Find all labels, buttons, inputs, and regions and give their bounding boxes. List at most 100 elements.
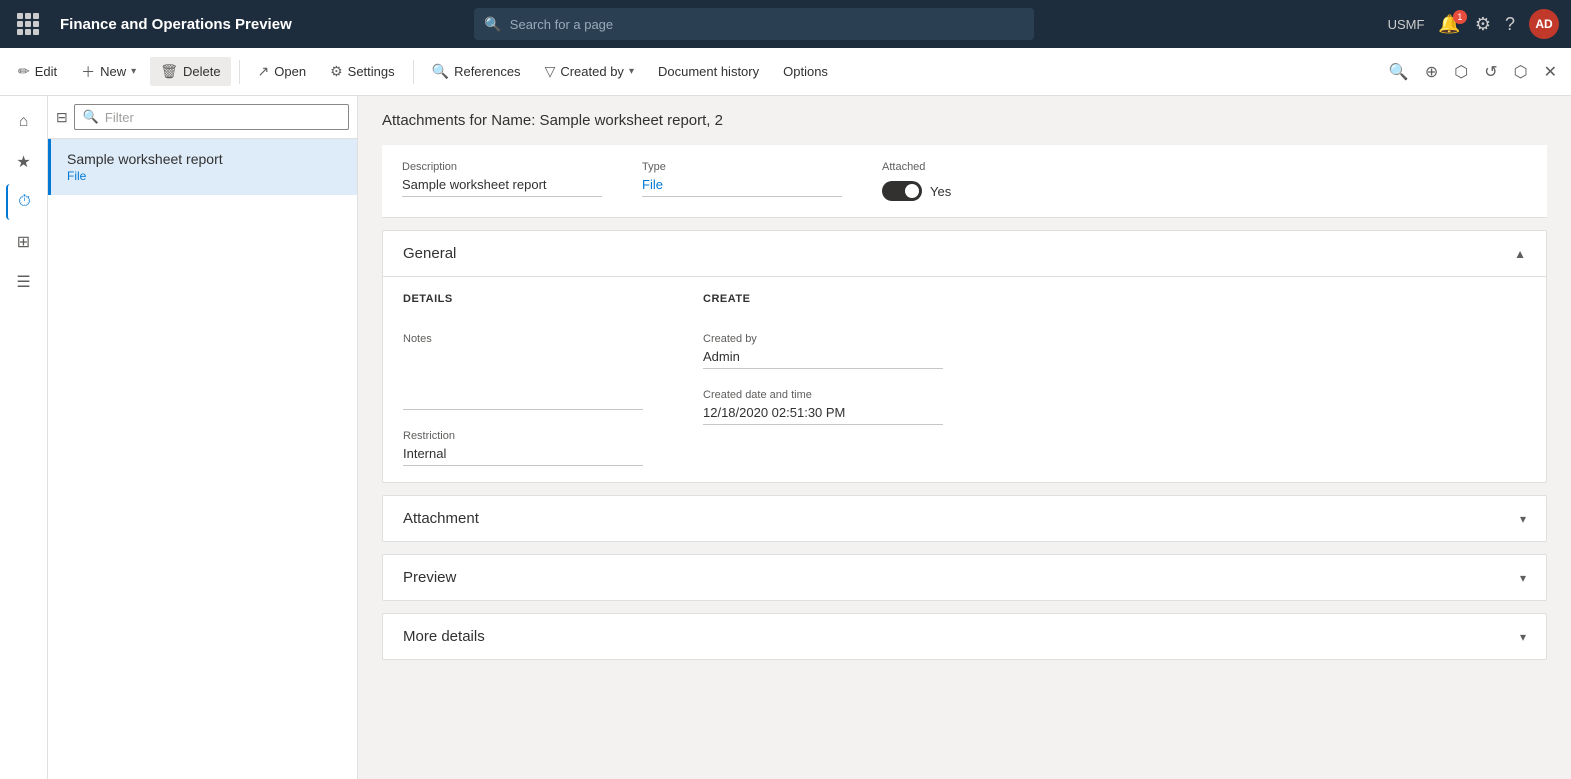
sidebar-item-workspaces[interactable]: ⊞	[6, 224, 42, 260]
filter-bar: ⊟ 🔍	[48, 96, 357, 139]
delete-button[interactable]: 🗑 Delete	[150, 57, 230, 86]
open-icon: ↗	[258, 63, 270, 80]
toggle-knob	[905, 184, 919, 198]
popout-icon[interactable]: ⬡	[1508, 56, 1534, 88]
description-value[interactable]: Sample worksheet report	[402, 177, 602, 197]
action-bar-search-icon[interactable]: 🔍	[1383, 56, 1415, 88]
app-title: Finance and Operations Preview	[60, 16, 292, 33]
preview-chevron-down-icon: ▾	[1520, 571, 1526, 585]
options-button[interactable]: Options	[773, 58, 838, 85]
document-history-button[interactable]: Document history	[648, 58, 769, 85]
general-chevron-up-icon: ▲	[1514, 247, 1526, 261]
created-by-button[interactable]: ▽ Created by ▾	[535, 57, 644, 86]
created-by-label: Created by	[703, 333, 943, 345]
general-section-header[interactable]: General ▲	[383, 231, 1546, 277]
preview-title: Preview	[403, 569, 456, 586]
created-by-caret: ▾	[629, 66, 634, 77]
user-avatar[interactable]: AD	[1529, 9, 1559, 39]
open-button[interactable]: ↗ Open	[248, 57, 317, 86]
global-search[interactable]: 🔍	[474, 8, 1034, 40]
company-label: USMF	[1388, 17, 1425, 32]
top-fields: Description Sample worksheet report Type…	[382, 145, 1547, 218]
list-item[interactable]: Sample worksheet report File	[48, 139, 357, 195]
filter-input[interactable]	[105, 110, 340, 125]
details-col-title: DETAILS	[403, 293, 643, 305]
sidebar-item-home[interactable]: ⌂	[6, 104, 42, 140]
list-panel: ⊟ 🔍 Sample worksheet report File	[48, 96, 358, 779]
created-date-field: Created date and time 12/18/2020 02:51:3…	[703, 389, 943, 425]
top-right-area: USMF 🔔 1 ⚙ ? AD	[1388, 9, 1559, 39]
notes-value[interactable]	[403, 349, 643, 410]
more-details-chevron-down-icon: ▾	[1520, 630, 1526, 644]
created-date-value[interactable]: 12/18/2020 02:51:30 PM	[703, 405, 943, 425]
sidebar-item-favorites[interactable]: ★	[6, 144, 42, 180]
references-button[interactable]: 🔍 References	[422, 57, 531, 86]
restriction-value[interactable]: Internal	[403, 446, 643, 466]
type-label: Type	[642, 161, 842, 173]
field-type: Type File	[642, 161, 842, 201]
list-item-title: Sample worksheet report	[67, 151, 341, 167]
attachment-section-header[interactable]: Attachment ▾	[383, 496, 1546, 541]
more-details-section-header[interactable]: More details ▾	[383, 614, 1546, 659]
preview-section: Preview ▾	[382, 554, 1547, 601]
created-by-value[interactable]: Admin	[703, 349, 943, 369]
attachment-chevron-down-icon: ▾	[1520, 512, 1526, 526]
fullscreen-icon[interactable]: ⬡	[1448, 56, 1474, 88]
delete-icon: 🗑	[160, 63, 178, 80]
filter-input-wrap[interactable]: 🔍	[74, 104, 349, 130]
created-by-field: Created by Admin	[703, 333, 943, 369]
new-caret: ▾	[131, 66, 136, 77]
field-attached: Attached Yes	[882, 161, 1062, 201]
action-divider-2	[413, 60, 414, 84]
field-description: Description Sample worksheet report	[402, 161, 602, 201]
preview-section-header[interactable]: Preview ▾	[383, 555, 1546, 600]
type-value[interactable]: File	[642, 177, 842, 197]
toggle-wrap: Yes	[882, 181, 1062, 201]
restriction-label: Restriction	[403, 430, 643, 442]
detail-header: Attachments for Name: Sample worksheet r…	[382, 112, 1547, 129]
more-details-title: More details	[403, 628, 485, 645]
sidebar-item-nav[interactable]: ☰	[6, 264, 42, 300]
list-items: Sample worksheet report File	[48, 139, 357, 779]
settings-cog-icon: ⚙	[330, 63, 343, 80]
settings-button[interactable]: ⚙ Settings	[320, 57, 405, 86]
notes-field: Notes	[403, 333, 643, 410]
more-details-section: More details ▾	[382, 613, 1547, 660]
grid-icon	[17, 13, 39, 35]
grid-menu-button[interactable]	[12, 8, 44, 40]
create-col: CREATE Created by Admin Created date and…	[703, 293, 943, 466]
general-title: General	[403, 245, 456, 262]
created-date-label: Created date and time	[703, 389, 943, 401]
general-section-body: DETAILS Notes Restriction Internal CREAT…	[383, 277, 1546, 482]
sidebar-item-recent[interactable]: ⏱	[6, 184, 42, 220]
new-button[interactable]: ＋ New ▾	[71, 56, 146, 88]
filter-toggle-icon[interactable]: ⊟	[56, 109, 68, 126]
general-section: General ▲ DETAILS Notes Restriction Int	[382, 230, 1547, 483]
filter-search-icon: 🔍	[83, 109, 99, 125]
refresh-icon[interactable]: ↺	[1478, 56, 1503, 88]
notification-icon[interactable]: 🔔 1	[1438, 14, 1460, 35]
action-divider-1	[239, 60, 240, 84]
attached-value: Yes	[930, 184, 951, 199]
edit-button[interactable]: ✏ Edit	[8, 57, 67, 86]
description-label: Description	[402, 161, 602, 173]
action-bar: ✏ Edit ＋ New ▾ 🗑 Delete ↗ Open ⚙ Setting…	[0, 48, 1571, 96]
far-right-icons: ⊕ ⬡ ↺ ⬡ ✕	[1419, 56, 1563, 88]
attachment-title: Attachment	[403, 510, 479, 527]
main-layout: ⌂ ★ ⏱ ⊞ ☰ ⊟ 🔍 Sample worksheet report Fi…	[0, 96, 1571, 779]
search-input[interactable]	[510, 17, 1025, 32]
personalize-icon[interactable]: ⊕	[1419, 56, 1444, 88]
list-item-sub: File	[67, 169, 341, 183]
attachment-section: Attachment ▾	[382, 495, 1547, 542]
settings-icon[interactable]: ⚙	[1475, 14, 1491, 35]
restriction-field: Restriction Internal	[403, 430, 643, 466]
close-icon[interactable]: ✕	[1538, 56, 1563, 88]
top-bar: Finance and Operations Preview 🔍 USMF 🔔 …	[0, 0, 1571, 48]
create-col-title: CREATE	[703, 293, 943, 305]
attached-toggle[interactable]	[882, 181, 922, 201]
references-icon: 🔍	[432, 63, 449, 80]
details-col: DETAILS Notes Restriction Internal	[403, 293, 643, 466]
edit-icon: ✏	[18, 63, 30, 80]
help-icon[interactable]: ?	[1505, 14, 1515, 35]
new-icon: ＋	[81, 62, 95, 82]
